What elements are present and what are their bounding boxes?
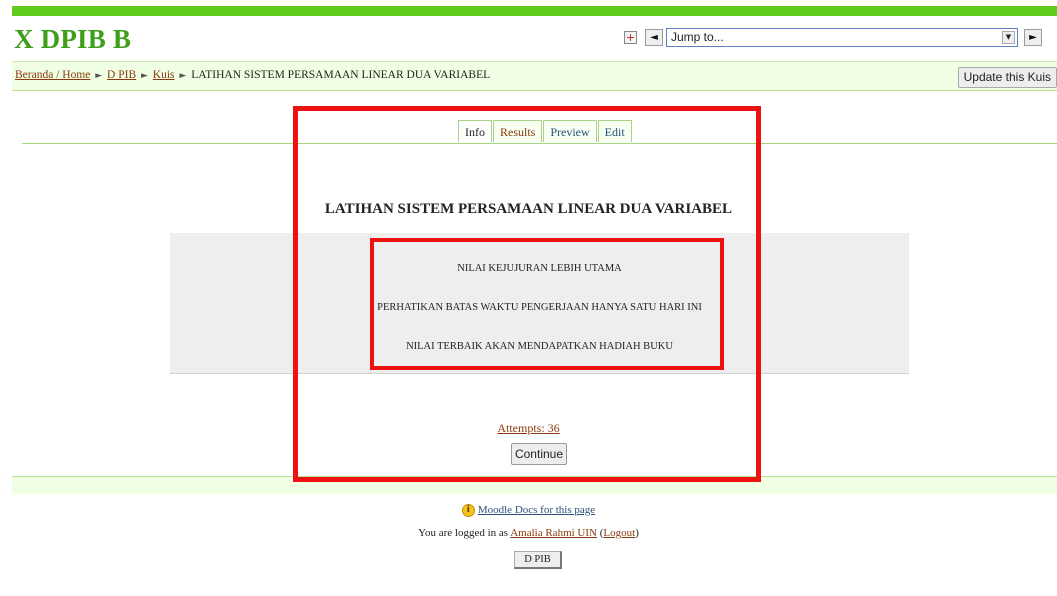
chevron-down-icon[interactable]: ▼ [1002,30,1015,44]
course-home-button[interactable]: D PIB [514,551,562,569]
intro-line: PERHATIKAN BATAS WAKTU PENGERJAAN HANYA … [377,302,702,313]
tab-divider [22,143,1057,144]
tab-results[interactable]: Results [493,120,543,142]
previous-activity-button[interactable]: ◄ [645,28,663,46]
site-title: X DPIB B [14,24,132,54]
navbar: Beranda / Home ► D PIB ► Kuis ► LATIHAN … [12,61,1057,91]
breadcrumb-course-link[interactable]: D PIB [107,69,136,81]
footer-band [12,476,1057,494]
attempts-link[interactable]: Attempts: 36 [0,421,1057,436]
intro-line: NILAI TERBAIK AKAN MENDAPATKAN HADIAH BU… [406,341,673,352]
top-accent-bar [12,6,1057,16]
breadcrumb-module-link[interactable]: Kuis [153,69,175,81]
quiz-title: LATIHAN SISTEM PERSAMAAN LINEAR DUA VARI… [324,201,733,217]
user-name-link[interactable]: Amalia Rahmi UIN [510,527,597,539]
info-icon: i [461,504,475,517]
redacted-region [431,390,647,405]
intro-line: NILAI KEJUJURAN LEBIH UTAMA [457,263,622,274]
jump-to-select[interactable]: Jump to... ▼ [666,27,1018,47]
moodle-docs: i Moodle Docs for this page [0,504,1057,517]
breadcrumb-separator-icon: ► [179,71,187,81]
tab-info[interactable]: Info [458,120,492,142]
login-info: You are logged in as Amalia Rahmi UIN (L… [418,527,639,539]
breadcrumb-separator-icon: ► [95,71,103,81]
jump-navigation: ◄ Jump to... ▼ ► [624,27,1042,47]
update-quiz-button[interactable]: Update this Kuis [957,67,1057,88]
moodle-docs-link[interactable]: Moodle Docs for this page [478,504,595,516]
breadcrumb-current: LATIHAN SISTEM PERSAMAAN LINEAR DUA VARI… [191,69,491,81]
breadcrumb-separator-icon: ► [141,71,148,81]
quiz-intro-box: NILAI KEJUJURAN LEBIH UTAMA PERHATIKAN B… [170,233,909,374]
jump-to-value: Jump to... [671,29,724,44]
tab-preview[interactable]: Preview [543,120,597,142]
quiz-tabs: Info Results Preview Edit [458,120,633,142]
breadcrumb: Beranda / Home ► D PIB ► Kuis ► LATIHAN … [15,69,490,81]
logged-in-prefix: You are logged in as [418,527,509,539]
next-activity-button[interactable]: ► [1024,28,1042,46]
expand-blocks-icon[interactable] [624,30,637,44]
continue-button[interactable]: Continue [511,443,567,465]
logout-link[interactable]: Logout [603,527,635,539]
breadcrumb-home-link[interactable]: Beranda / Home [15,69,90,81]
tab-edit[interactable]: Edit [597,120,632,142]
